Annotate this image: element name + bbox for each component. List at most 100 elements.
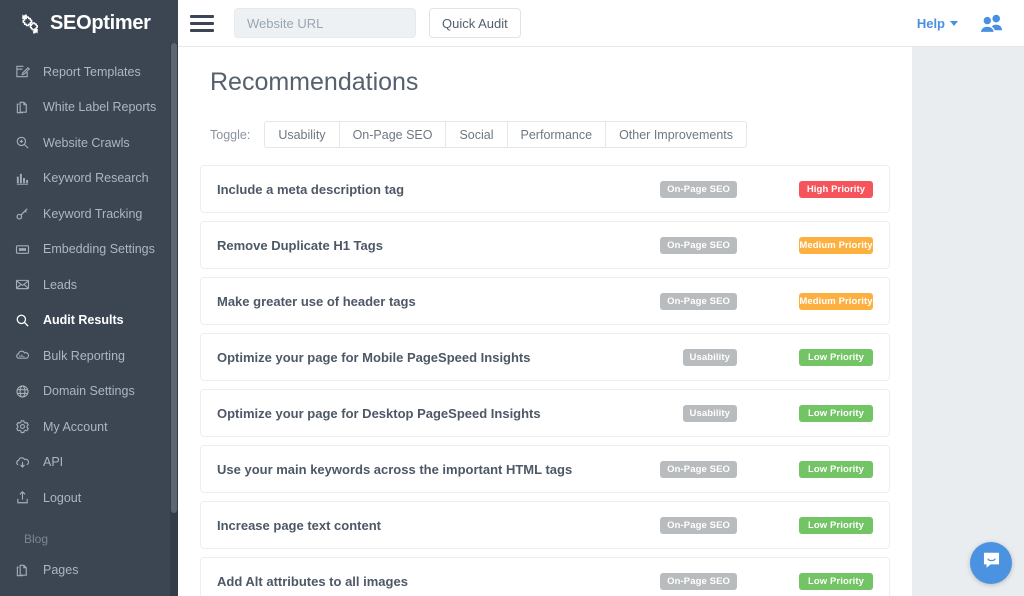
recommendation-title: Optimize your page for Mobile PageSpeed …	[217, 350, 531, 365]
brand-name: SEOptimer	[50, 12, 151, 35]
sidebar-item-bulk-reporting[interactable]: Bulk Reporting	[0, 338, 178, 374]
sidebar-item-label: Embedding Settings	[43, 242, 155, 256]
brand-logo-area[interactable]: SEOptimer	[0, 0, 178, 47]
envelope-icon	[14, 277, 30, 293]
topbar: Quick Audit Help	[178, 0, 1024, 47]
sidebar-item-logout[interactable]: Logout	[0, 480, 178, 516]
toggle-on-page-seo[interactable]: On-Page SEO	[339, 121, 446, 148]
sidebar-scrollbar-thumb[interactable]	[171, 43, 177, 513]
recommendation-row[interactable]: Optimize your page for Desktop PageSpeed…	[200, 389, 890, 437]
category-badge: Usability	[683, 349, 738, 366]
sidebar-item-label: Audit Results	[43, 313, 124, 327]
category-badge: On-Page SEO	[660, 237, 737, 254]
recommendation-row[interactable]: Add Alt attributes to all images On-Page…	[200, 557, 890, 596]
toggle-label: Toggle:	[210, 128, 250, 142]
search-plus-icon	[14, 135, 30, 151]
sidebar-item-report-templates[interactable]: Report Templates	[0, 54, 178, 90]
priority-badge: Low Priority	[799, 573, 873, 590]
sidebar-item-label: White Label Reports	[43, 100, 156, 114]
sidebar-item-website-crawls[interactable]: Website Crawls	[0, 125, 178, 161]
globe-icon	[14, 383, 30, 399]
sidebar-scrollbar[interactable]	[170, 43, 178, 596]
sidebar-item-keyword-research[interactable]: Keyword Research	[0, 161, 178, 197]
category-badge: On-Page SEO	[660, 181, 737, 198]
priority-badge: High Priority	[799, 181, 873, 198]
recommendation-title: Add Alt attributes to all images	[217, 574, 408, 589]
copy-files-icon	[14, 99, 30, 115]
category-badge: On-Page SEO	[660, 461, 737, 478]
key-icon	[14, 206, 30, 222]
sidebar-item-embedding-settings[interactable]: Embedding Settings	[0, 232, 178, 268]
sidebar-item-domain-settings[interactable]: Domain Settings	[0, 374, 178, 410]
recommendation-title: Include a meta description tag	[217, 182, 404, 197]
chevron-down-icon	[950, 21, 958, 26]
upload-exit-icon	[14, 490, 30, 506]
sidebar: SEOptimer Report Templates	[0, 0, 178, 596]
sidebar-item-api[interactable]: API	[0, 445, 178, 481]
category-badge: On-Page SEO	[660, 517, 737, 534]
recommendation-row[interactable]: Use your main keywords across the import…	[200, 445, 890, 493]
category-badge: On-Page SEO	[660, 293, 737, 310]
recommendation-title: Make greater use of header tags	[217, 294, 416, 309]
category-badge: Usability	[683, 405, 738, 422]
quick-audit-button[interactable]: Quick Audit	[429, 8, 521, 38]
hamburger-icon[interactable]	[190, 11, 214, 35]
website-url-input[interactable]	[234, 8, 416, 38]
topbar-right: Help	[917, 13, 1004, 33]
sidebar-item-label: Website Crawls	[43, 136, 130, 150]
priority-badge: Medium Priority	[799, 293, 873, 310]
recommendation-row[interactable]: Optimize your page for Mobile PageSpeed …	[200, 333, 890, 381]
toggle-filter-row: Toggle: Usability On-Page SEO Social Per…	[178, 97, 912, 148]
recommendation-row[interactable]: Remove Duplicate H1 Tags On-Page SEO Med…	[200, 221, 890, 269]
recommendation-row[interactable]: Make greater use of header tags On-Page …	[200, 277, 890, 325]
help-dropdown[interactable]: Help	[917, 16, 958, 31]
priority-badge: Medium Priority	[799, 237, 873, 254]
sidebar-item-pages[interactable]: Pages	[0, 553, 178, 589]
priority-badge: Low Priority	[799, 461, 873, 478]
sidebar-item-label: Domain Settings	[43, 384, 135, 398]
toggle-social[interactable]: Social	[445, 121, 506, 148]
sidebar-item-leads[interactable]: Leads	[0, 267, 178, 303]
sidebar-item-label: Keyword Tracking	[43, 207, 142, 221]
recommendation-title: Increase page text content	[217, 518, 381, 533]
embed-card-icon	[14, 241, 30, 257]
recommendations-list: Include a meta description tag On-Page S…	[178, 148, 912, 596]
gear-icon	[14, 419, 30, 435]
priority-badge: Low Priority	[799, 517, 873, 534]
sidebar-item-label: Keyword Research	[43, 171, 149, 185]
cloud-chart-icon	[14, 348, 30, 364]
gear-refresh-icon	[17, 11, 43, 37]
app-root: SEOptimer Report Templates	[0, 0, 1024, 596]
people-icon[interactable]	[978, 13, 1004, 33]
sidebar-item-label: Bulk Reporting	[43, 349, 125, 363]
toggle-other-improvements[interactable]: Other Improvements	[605, 121, 747, 148]
sidebar-item-label: API	[43, 455, 63, 469]
toggle-usability[interactable]: Usability	[264, 121, 338, 148]
toggle-performance[interactable]: Performance	[507, 121, 606, 148]
cloud-download-icon	[14, 454, 30, 470]
priority-badge: Low Priority	[799, 405, 873, 422]
bar-chart-icon	[14, 170, 30, 186]
main-area: Quick Audit Help Recommendations	[178, 0, 1024, 596]
sidebar-item-white-label-reports[interactable]: White Label Reports	[0, 90, 178, 126]
copy-files-icon	[14, 562, 30, 578]
recommendation-title: Use your main keywords across the import…	[217, 462, 572, 477]
sidebar-item-label: Logout	[43, 491, 81, 505]
sidebar-item-label: Pages	[43, 563, 78, 577]
chat-widget-button[interactable]	[970, 542, 1012, 584]
recommendation-title: Optimize your page for Desktop PageSpeed…	[217, 406, 541, 421]
magnifier-icon	[14, 312, 30, 328]
chat-smile-icon	[981, 550, 1002, 576]
sidebar-item-audit-results[interactable]: Audit Results	[0, 303, 178, 339]
sidebar-section-blog: Blog	[0, 516, 178, 553]
priority-badge: Low Priority	[799, 349, 873, 366]
sidebar-nav: Report Templates White Label Reports	[0, 47, 178, 588]
toggle-button-group: Usability On-Page SEO Social Performance…	[264, 121, 747, 148]
pencil-square-icon	[14, 64, 30, 80]
category-badge: On-Page SEO	[660, 573, 737, 590]
recommendation-row[interactable]: Increase page text content On-Page SEO L…	[200, 501, 890, 549]
recommendation-row[interactable]: Include a meta description tag On-Page S…	[200, 165, 890, 213]
help-label: Help	[917, 16, 945, 31]
sidebar-item-keyword-tracking[interactable]: Keyword Tracking	[0, 196, 178, 232]
sidebar-item-my-account[interactable]: My Account	[0, 409, 178, 445]
